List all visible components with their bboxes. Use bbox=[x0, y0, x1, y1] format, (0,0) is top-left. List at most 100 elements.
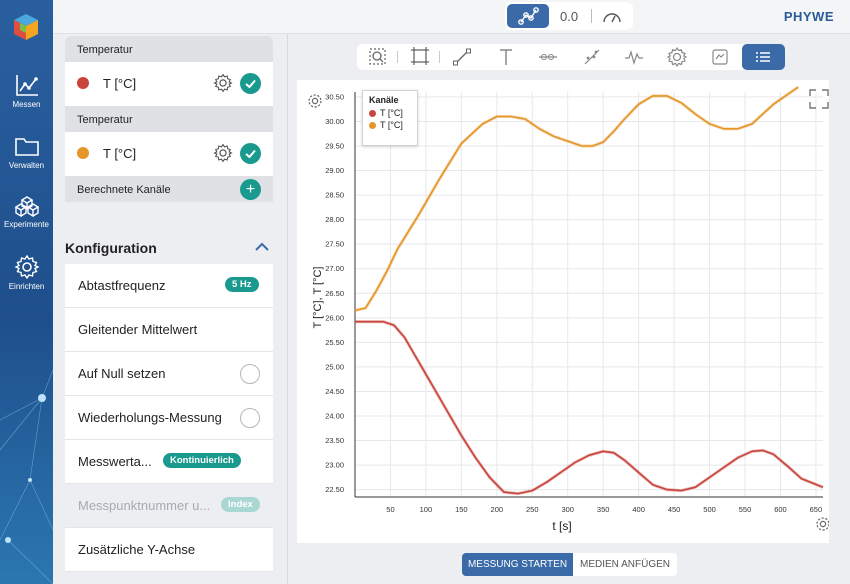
add-media-button[interactable]: MEDIEN ANFÜGEN bbox=[573, 553, 677, 576]
channel-enabled-check-icon[interactable] bbox=[240, 143, 261, 164]
legend-color-dot bbox=[369, 109, 376, 117]
x-tick-label: 250 bbox=[526, 505, 539, 514]
channel-settings-gear-icon[interactable] bbox=[213, 143, 233, 163]
config-label: Messwerta... bbox=[78, 454, 152, 469]
y-tick-label: 29.50 bbox=[325, 142, 344, 151]
config-row-extra-y-axis[interactable]: Zusätzliche Y-Achse bbox=[65, 528, 273, 572]
channel-row[interactable]: T [°C] bbox=[65, 132, 273, 176]
rail-item-experimente[interactable]: Experimente bbox=[0, 194, 53, 229]
gear-teeth bbox=[308, 94, 322, 108]
list-view-button[interactable] bbox=[742, 44, 785, 70]
separator bbox=[397, 51, 398, 63]
x-tick-label: 450 bbox=[668, 505, 681, 514]
top-bar: 0.0 PHYWE bbox=[53, 0, 850, 34]
sampling-rate-badge[interactable]: 5 Hz bbox=[225, 277, 259, 292]
channel-group-title: Temperatur bbox=[65, 106, 273, 132]
chart-panel: 50 100 150 200 250 300 350 400 450 500 550 600 650 22… bbox=[297, 80, 830, 543]
legend-title: Kanäle bbox=[369, 95, 399, 105]
y-tick-label: 24.50 bbox=[325, 387, 344, 396]
temperature-chart[interactable]: 50 100 150 200 250 300 350 400 450 500 550 600 650 22… bbox=[297, 80, 830, 543]
y-tick-label: 22.50 bbox=[325, 485, 344, 494]
chart-settings-gear-icon[interactable] bbox=[308, 94, 322, 108]
autoscale-icon[interactable] bbox=[405, 44, 435, 70]
add-calculated-channel-plus-icon[interactable]: + bbox=[240, 179, 261, 200]
navigation-rail: Messen Verwalten Experimente Einrichten bbox=[0, 0, 53, 584]
zoom-box-icon[interactable] bbox=[363, 44, 393, 70]
rail-item-verwalten[interactable]: Verwalten bbox=[0, 133, 53, 170]
channel-label: T [°C] bbox=[103, 146, 137, 161]
separator bbox=[591, 9, 592, 23]
y-tick-label: 27.50 bbox=[325, 240, 344, 249]
channel-group-title: Temperatur bbox=[65, 36, 273, 62]
index-badge: Index bbox=[221, 497, 260, 512]
folder-icon bbox=[14, 138, 39, 156]
x-tick-label: 350 bbox=[597, 505, 610, 514]
calculated-channels-row: Berechnete Kanäle + bbox=[65, 176, 273, 202]
channel-color-dot bbox=[77, 147, 89, 159]
rail-label: Experimente bbox=[4, 220, 49, 229]
channel-enabled-check-icon[interactable] bbox=[240, 73, 261, 94]
graph-view-button[interactable] bbox=[507, 4, 549, 28]
config-row-moving-average[interactable]: Gleitender Mittelwert bbox=[65, 308, 273, 352]
channel-color-dot bbox=[77, 77, 89, 89]
app-logo-icon[interactable] bbox=[10, 12, 42, 42]
gear-hub bbox=[819, 520, 827, 528]
brand-logo: PHYWE bbox=[783, 9, 834, 24]
x-axis-settings-gear-icon[interactable] bbox=[816, 517, 830, 531]
cubes-icon bbox=[14, 196, 39, 218]
x-tick-label: 600 bbox=[774, 505, 787, 514]
signal-analysis-icon[interactable] bbox=[619, 44, 649, 70]
config-row-acquisition[interactable]: Messwerta... Kontinuierlich bbox=[65, 440, 273, 484]
gauge-icon[interactable] bbox=[601, 8, 623, 24]
line-tool-icon[interactable] bbox=[447, 44, 477, 70]
repeat-radio[interactable] bbox=[240, 408, 260, 428]
graph-settings-gear-icon[interactable] bbox=[662, 44, 692, 70]
chevron-up-icon[interactable] bbox=[253, 240, 271, 254]
rail-item-einrichten[interactable]: Einrichten bbox=[0, 254, 53, 291]
graph-toolbar bbox=[357, 44, 785, 70]
panel-divider bbox=[287, 34, 288, 584]
config-label: Zusätzliche Y-Achse bbox=[78, 542, 196, 557]
config-label: Abtastfrequenz bbox=[78, 278, 166, 293]
x-tick-label: 150 bbox=[455, 505, 468, 514]
x-tick-label: 400 bbox=[632, 505, 645, 514]
channel-row[interactable]: T [°C] bbox=[65, 62, 273, 106]
acquisition-mode-badge[interactable]: Kontinuierlich bbox=[163, 453, 241, 468]
config-label: Auf Null setzen bbox=[78, 366, 166, 381]
config-list: Abtastfrequenz 5 Hz Gleitender Mittelwer… bbox=[65, 264, 273, 572]
y-tick-label: 28.50 bbox=[325, 191, 344, 200]
legend-item: T [°C] bbox=[369, 108, 411, 118]
x-tick-label: 300 bbox=[561, 505, 574, 514]
rail-item-messen[interactable]: Messen bbox=[0, 72, 53, 109]
config-row-sampling-rate[interactable]: Abtastfrequenz 5 Hz bbox=[65, 264, 273, 308]
y-axis-title: T [°C], T [°C] bbox=[312, 267, 324, 329]
view-switcher: 0.0 bbox=[505, 2, 633, 30]
channel-card: Temperatur T [°C] Temperatur T [°C] Bere… bbox=[65, 36, 273, 202]
x-axis-title: t [s] bbox=[552, 519, 571, 533]
regression-icon[interactable] bbox=[577, 44, 607, 70]
curve-fit-icon[interactable] bbox=[533, 44, 563, 70]
rail-label: Einrichten bbox=[8, 282, 45, 291]
y-tick-label: 26.50 bbox=[325, 289, 344, 298]
fullscreen-icon[interactable] bbox=[809, 89, 829, 109]
config-row-repeat[interactable]: Wiederholungs-Messung bbox=[65, 396, 273, 440]
separator bbox=[439, 51, 440, 63]
config-label: Wiederholungs-Messung bbox=[78, 410, 222, 425]
y-tick-label: 23.50 bbox=[325, 436, 344, 445]
start-measurement-button[interactable]: MESSUNG STARTEN bbox=[462, 553, 573, 576]
series-line-1 bbox=[355, 320, 824, 495]
channel-label: T [°C] bbox=[103, 76, 137, 91]
legend-item: T [°C] bbox=[369, 120, 411, 130]
text-tool-icon[interactable] bbox=[491, 44, 521, 70]
rail-label: Messen bbox=[12, 100, 41, 109]
channel-settings-gear-icon[interactable] bbox=[213, 73, 233, 93]
chart-line-icon bbox=[15, 75, 38, 96]
x-tick-label: 50 bbox=[386, 505, 394, 514]
zero-radio[interactable] bbox=[240, 364, 260, 384]
y-tick-label: 24.00 bbox=[325, 412, 344, 421]
x-tick-label: 550 bbox=[739, 505, 752, 514]
digital-value-display[interactable]: 0.0 bbox=[560, 9, 578, 24]
x-tick-label: 500 bbox=[703, 505, 716, 514]
screen-capture-icon[interactable] bbox=[705, 44, 735, 70]
config-row-zero[interactable]: Auf Null setzen bbox=[65, 352, 273, 396]
